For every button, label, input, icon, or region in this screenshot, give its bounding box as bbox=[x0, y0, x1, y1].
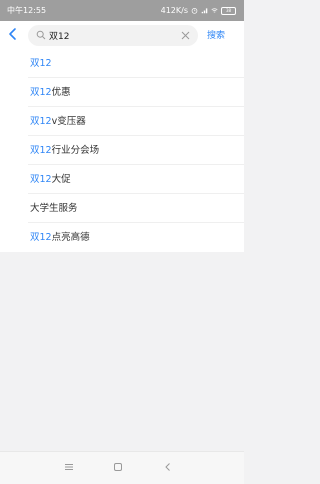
suggestion-item[interactable]: 双12行业分会场 bbox=[0, 136, 244, 165]
status-time: 中午12:55 bbox=[7, 6, 47, 15]
suggestion-text: 大促 bbox=[51, 174, 71, 185]
status-bar: 中午12:55 412K/s 38 bbox=[0, 0, 244, 21]
suggestion-highlight: 双12 bbox=[30, 58, 52, 69]
suggestion-item[interactable]: 双12 bbox=[0, 49, 244, 78]
suggestion-item[interactable]: 双12点亮高德 bbox=[0, 223, 244, 252]
suggestion-text: 大学生服务 bbox=[30, 203, 78, 214]
wifi-icon bbox=[211, 8, 218, 13]
search-icon bbox=[36, 30, 46, 40]
suggestion-text: v变压器 bbox=[51, 116, 86, 127]
suggestion-highlight: 双12 bbox=[30, 116, 52, 127]
search-header: 搜索 bbox=[0, 21, 244, 49]
suggestion-text: 行业分会场 bbox=[51, 145, 100, 156]
signal-icon bbox=[201, 8, 208, 14]
suggestion-text: 点亮高德 bbox=[51, 232, 90, 243]
suggestion-highlight: 双12 bbox=[30, 145, 52, 156]
suggestion-highlight: 双12 bbox=[30, 232, 52, 243]
menu-icon[interactable] bbox=[64, 462, 74, 472]
clear-icon[interactable] bbox=[181, 31, 190, 40]
suggestion-item[interactable]: 双12优惠 bbox=[0, 78, 244, 107]
search-input[interactable] bbox=[49, 28, 179, 43]
network-speed: 412K/s bbox=[160, 6, 188, 15]
search-button[interactable]: 搜索 bbox=[207, 28, 225, 41]
back-icon[interactable] bbox=[163, 462, 173, 472]
suggestion-item[interactable]: 双12v变压器 bbox=[0, 107, 244, 136]
suggestion-text: 优惠 bbox=[51, 87, 71, 98]
suggestion-list: 双12 双12优惠 双12v变压器 双12行业分会场 双12大促 大学生服务 双… bbox=[0, 49, 244, 252]
suggestion-item[interactable]: 双12大促 bbox=[0, 165, 244, 194]
suggestion-highlight: 双12 bbox=[30, 87, 52, 98]
back-arrow-icon[interactable] bbox=[6, 26, 20, 42]
home-icon[interactable] bbox=[113, 462, 123, 472]
suggestion-highlight: 双12 bbox=[30, 174, 52, 185]
system-nav-bar bbox=[0, 451, 244, 484]
battery-icon: 38 bbox=[221, 6, 236, 15]
status-icons: 412K/s 38 bbox=[161, 0, 236, 21]
suggestion-item[interactable]: 大学生服务 bbox=[0, 194, 244, 223]
alarm-icon bbox=[191, 8, 198, 14]
search-box[interactable] bbox=[28, 25, 198, 46]
